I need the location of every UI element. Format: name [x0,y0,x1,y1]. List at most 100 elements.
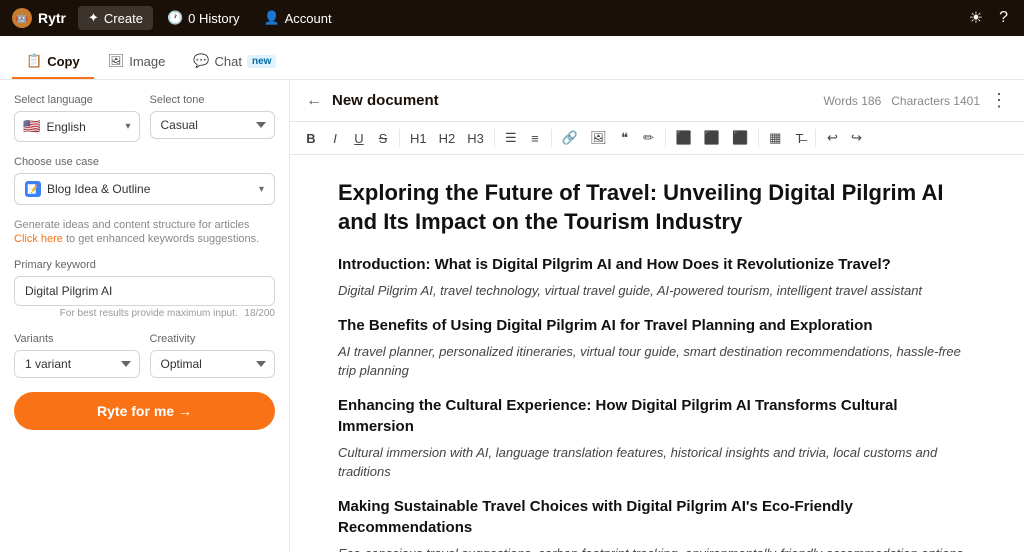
chat-badge: new [247,55,276,68]
highlight-button[interactable]: ✏ [638,126,660,150]
ryte-for-me-button[interactable]: Ryte for me → [14,392,275,430]
editor-content[interactable]: Exploring the Future of Travel: Unveilin… [290,155,1024,552]
table-button[interactable]: ▦ [764,126,786,150]
language-value: English [46,120,119,134]
h1-button[interactable]: H1 [405,127,432,150]
chat-tab-label: Chat [215,54,242,69]
strikethrough-button[interactable]: S [372,127,394,150]
main-layout: Select language 🇺🇸 English ▾ Select tone… [0,80,1024,552]
keyword-hint: Click here to get enhanced keywords sugg… [14,233,275,245]
section-1-body: AI travel planner, personalized itinerar… [338,342,976,381]
char-count-value: 18/200 [244,308,275,319]
link-button[interactable]: 🔗 [557,126,583,150]
toolbar-divider-3 [551,129,552,147]
left-panel: Select language 🇺🇸 English ▾ Select tone… [0,80,290,552]
ordered-list-button[interactable]: ≡ [524,127,546,150]
variants-select[interactable]: 1 variant [14,350,140,378]
create-nav-button[interactable]: ✦ Create [78,6,153,30]
section-3-heading: Making Sustainable Travel Choices with D… [338,496,976,538]
align-right-button[interactable]: ⬛ [727,126,753,150]
undo-button[interactable]: ↩ [821,126,843,150]
help-button[interactable]: ? [995,5,1012,31]
copy-tab-label: Copy [47,54,80,69]
logo: 🤖 Rytr [12,8,66,28]
image-button[interactable]: 🖼 [585,126,612,150]
section-2: Enhancing the Cultural Experience: How D… [338,395,976,482]
logo-text: Rytr [38,10,66,26]
redo-button[interactable]: ↪ [845,126,867,150]
tab-chat[interactable]: 💬 Chat new [179,45,290,79]
use-case-chevron-icon: ▾ [259,184,264,195]
image-tab-label: Image [129,54,165,69]
flag-icon: 🇺🇸 [23,118,40,135]
h2-button[interactable]: H2 [434,127,461,150]
h3-button[interactable]: H3 [462,127,489,150]
link-suffix: to get enhanced keywords suggestions. [66,233,259,245]
toolbar-divider-2 [494,129,495,147]
theme-toggle-button[interactable]: ☀ [965,4,987,32]
use-case-icon: 📝 [25,181,41,197]
clear-format-button[interactable]: T̶ [788,127,810,150]
char-hint-text: For best results provide maximum input. [60,308,238,319]
tone-label: Select tone [150,94,276,106]
account-nav-label: Account [285,11,332,26]
bold-button[interactable]: B [300,127,322,150]
creativity-select[interactable]: Optimal [150,350,276,378]
sparkle-icon: ✦ [88,10,99,26]
editor-toolbar: B I U S H1 H2 H3 ☰ ≡ 🔗 🖼 ❝ ✏ ⬛ ⬛ ⬛ ▦ T̶ … [290,122,1024,155]
keyword-label: Primary keyword [14,259,275,271]
bullet-list-button[interactable]: ☰ [500,126,522,150]
section-2-heading: Enhancing the Cultural Experience: How D… [338,395,976,437]
history-nav-label: 0 History [188,11,239,26]
section-3: Making Sustainable Travel Choices with D… [338,496,976,552]
right-panel: ← New document Words 186 Characters 1401… [290,80,1024,552]
use-case-hint: Generate ideas and content structure for… [14,219,275,231]
history-icon: 🕐 [167,10,183,26]
ryte-btn-label: Ryte for me → [97,403,192,419]
chevron-down-icon: ▾ [125,121,130,132]
doc-header: ← New document Words 186 Characters 1401… [290,80,1024,122]
tone-select[interactable]: Casual [150,111,276,139]
language-label: Select language [14,94,140,106]
create-nav-label: Create [104,11,143,26]
align-left-button[interactable]: ⬛ [671,126,697,150]
toolbar-divider-5 [758,129,759,147]
tab-copy[interactable]: 📋 Copy [12,45,94,79]
toolbar-divider-6 [815,129,816,147]
use-case-value: Blog Idea & Outline [47,182,253,196]
use-case-label: Choose use case [14,156,275,168]
chat-tab-icon: 💬 [193,53,209,69]
image-tab-icon: 🖼 [108,53,125,69]
account-nav-button[interactable]: 👤 Account [253,6,341,30]
section-0-heading: Introduction: What is Digital Pilgrim AI… [338,254,976,275]
account-icon: 👤 [263,10,279,26]
back-button[interactable]: ← [306,92,322,110]
history-nav-button[interactable]: 🕐 0 History [157,6,250,30]
underline-button[interactable]: U [348,127,370,150]
logo-icon: 🤖 [12,8,32,28]
section-1-heading: The Benefits of Using Digital Pilgrim AI… [338,315,976,336]
tab-image[interactable]: 🖼 Image [94,45,180,79]
word-count: Words 186 Characters 1401 [823,94,980,108]
quote-button[interactable]: ❝ [614,126,636,150]
use-case-select[interactable]: 📝 Blog Idea & Outline ▾ [14,173,275,205]
toolbar-divider-1 [399,129,400,147]
section-1: The Benefits of Using Digital Pilgrim AI… [338,315,976,381]
section-0-body: Digital Pilgrim AI, travel technology, v… [338,281,976,301]
section-2-body: Cultural immersion with AI, language tra… [338,443,976,482]
click-here-link[interactable]: Click here [14,233,63,245]
copy-tab-icon: 📋 [26,53,42,69]
italic-button[interactable]: I [324,127,346,150]
creativity-label: Creativity [150,333,276,345]
top-nav: 🤖 Rytr ✦ Create 🕐 0 History 👤 Account ☀ … [0,0,1024,36]
char-count: For best results provide maximum input. … [14,308,275,319]
align-center-button[interactable]: ⬛ [699,126,725,150]
doc-main-title: Exploring the Future of Travel: Unveilin… [338,179,976,236]
toolbar-divider-4 [665,129,666,147]
section-3-body: Eco-conscious travel suggestions, carbon… [338,544,976,552]
language-select[interactable]: 🇺🇸 English ▾ [14,111,140,142]
section-0: Introduction: What is Digital Pilgrim AI… [338,254,976,301]
more-options-button[interactable]: ⋮ [990,90,1008,111]
keyword-input[interactable] [14,276,275,306]
tab-bar: 📋 Copy 🖼 Image 💬 Chat new [0,36,1024,80]
